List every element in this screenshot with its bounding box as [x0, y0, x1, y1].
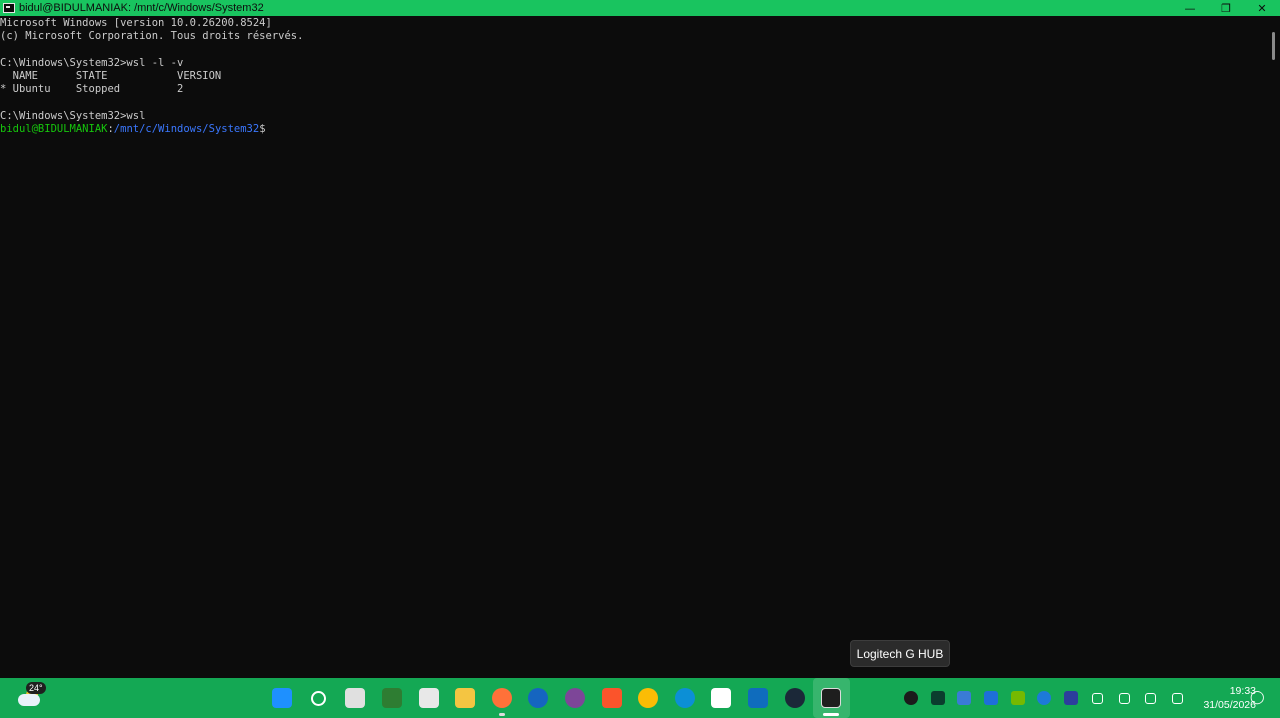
defender-icon [957, 691, 972, 705]
keyboard-tray-button[interactable] [1111, 678, 1138, 718]
malwarebytes-icon [984, 691, 999, 705]
terminal-line: (c) Microsoft Corporation. Tous droits r… [0, 30, 304, 43]
d-app-icon [1063, 691, 1078, 705]
logitech-g-hub-icon [904, 691, 919, 705]
terminal-line: Microsoft Windows [version 10.0.26200.85… [0, 17, 272, 29]
prompt-user-host: bidul@BIDULMANIAK [0, 123, 108, 136]
start-icon [272, 688, 293, 708]
taskbar: 24° 19:33 31/05/2026 ◯ [0, 678, 1280, 718]
printer-icon [418, 688, 439, 708]
close-button[interactable]: ✕ [1244, 0, 1280, 16]
shell-prompt: bidul@BIDULMANIAK:/mnt/c/Windows/System3… [0, 123, 1266, 136]
prompt-path: /mnt/c/Windows/System32 [113, 123, 260, 136]
search-icon [311, 690, 327, 706]
terminal-line: * Ubuntu Stopped 2 [0, 83, 184, 96]
tor-browser-icon [565, 688, 586, 708]
steam-icon [784, 688, 805, 708]
bluetooth-icon [1091, 692, 1103, 704]
terminal-app-icon [3, 3, 15, 13]
app-green-taskbar-button[interactable] [374, 678, 411, 718]
task-view-taskbar-button[interactable] [337, 678, 374, 718]
chrome-icon [638, 688, 659, 708]
terminal-line: C:\Windows\System32>wsl -l -v [0, 56, 184, 69]
mail-icon [748, 688, 769, 708]
title-bar[interactable]: bidul@BIDULMANIAK: /mnt/c/Windows/System… [0, 0, 1280, 16]
notification-bell-icon[interactable]: ◯ [1250, 690, 1265, 706]
clock-date: 31/05/2026 [1203, 699, 1256, 711]
terminal-scrollbar[interactable] [1266, 16, 1280, 678]
terminal-line: NAME STATE VERSION [0, 70, 222, 83]
tray-app-tray-button[interactable] [925, 678, 952, 718]
active-indicator [823, 713, 840, 716]
edge-icon [674, 688, 695, 708]
tray-circle-tray-button[interactable] [1031, 678, 1058, 718]
prompt-symbol: $ [259, 123, 266, 136]
steam-taskbar-button[interactable] [776, 678, 813, 718]
chrome-taskbar-button[interactable] [630, 678, 667, 718]
app-blue-taskbar-button[interactable] [520, 678, 557, 718]
task-view-icon [345, 688, 366, 708]
tray-circle-icon [1037, 691, 1052, 705]
running-indicator [498, 713, 505, 716]
search-taskbar-button[interactable] [301, 678, 338, 718]
nvidia-icon [1010, 691, 1025, 705]
app-green-icon [382, 688, 403, 708]
malwarebytes-tray-button[interactable] [978, 678, 1005, 718]
brave-icon [601, 688, 622, 708]
tray-app-icon [930, 691, 945, 705]
taskbar-apps [264, 678, 850, 718]
tor-browser-taskbar-button[interactable] [557, 678, 594, 718]
system-tray [898, 678, 1191, 718]
network-icon [1145, 692, 1157, 704]
brave-taskbar-button[interactable] [593, 678, 630, 718]
maximize-button[interactable]: ❐ [1208, 0, 1244, 16]
window-controls: — ❐ ✕ [1172, 0, 1280, 16]
firefox-taskbar-button[interactable] [484, 678, 521, 718]
firefox-icon [491, 688, 512, 708]
terminal-taskbar-button[interactable] [812, 678, 850, 718]
d-app-tray-button[interactable] [1058, 678, 1085, 718]
clock-time: 19:33 [1229, 685, 1256, 697]
cloud-icon [18, 694, 40, 706]
bluetooth-tray-button[interactable] [1084, 678, 1111, 718]
terminal-output[interactable]: Microsoft Windows [version 10.0.26200.85… [0, 16, 1266, 678]
keyboard-icon [1118, 692, 1130, 704]
microsoft-store-icon [711, 688, 732, 708]
edge-taskbar-button[interactable] [667, 678, 704, 718]
tray-tooltip: Logitech G HUB [850, 640, 950, 667]
file-explorer-taskbar-button[interactable] [447, 678, 484, 718]
defender-tray-button[interactable] [951, 678, 978, 718]
weather-widget[interactable]: 24° [14, 682, 48, 714]
file-explorer-icon [455, 688, 476, 708]
weather-temperature: 24° [26, 682, 46, 694]
logitech-g-hub-tray-button[interactable] [898, 678, 925, 718]
app-blue-icon [528, 688, 549, 708]
start-taskbar-button[interactable] [264, 678, 301, 718]
taskbar-clock[interactable]: 19:33 31/05/2026 [1184, 684, 1256, 712]
network-tray-button[interactable] [1137, 678, 1164, 718]
nvidia-tray-button[interactable] [1004, 678, 1031, 718]
scrollbar-thumb[interactable] [1272, 32, 1275, 60]
volume-icon [1171, 692, 1183, 704]
printer-taskbar-button[interactable] [410, 678, 447, 718]
terminal-line: C:\Windows\System32>wsl [0, 110, 146, 123]
microsoft-store-taskbar-button[interactable] [703, 678, 740, 718]
window-title: bidul@BIDULMANIAK: /mnt/c/Windows/System… [19, 2, 264, 14]
terminal-icon [821, 688, 842, 708]
minimize-button[interactable]: — [1172, 0, 1208, 16]
mail-taskbar-button[interactable] [740, 678, 777, 718]
